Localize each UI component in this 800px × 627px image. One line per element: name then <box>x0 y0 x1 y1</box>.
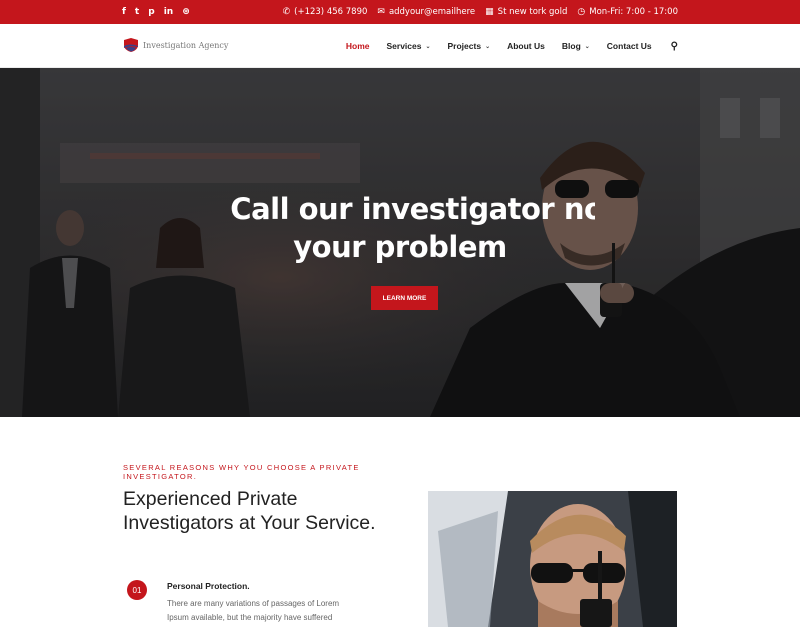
feature-number-badge: 01 <box>127 580 147 600</box>
chevron-down-icon: ⌄ <box>425 43 431 50</box>
top-bar: f t p in ⊛ ✆ (+123) 456 7890 ✉ addyour@e… <box>0 0 800 24</box>
facebook-icon[interactable]: f <box>122 7 126 17</box>
hero-title-line-1: Call our investigator now <box>230 192 630 226</box>
hero-title-line-2: your problem <box>293 230 507 264</box>
nav-item-projects[interactable]: Projects ⌄ <box>448 41 491 51</box>
hours-text: Mon-Fri: 7:00 - 17:00 <box>589 7 678 17</box>
section-kicker: SEVERAL REASONS WHY YOU CHOOSE A PRIVATE… <box>123 463 360 481</box>
email-contact[interactable]: ✉ addyour@emailhere <box>377 7 475 17</box>
twitter-icon[interactable]: t <box>135 7 139 17</box>
linkedin-icon[interactable]: in <box>164 7 174 17</box>
nav-item-label: Services <box>386 41 422 51</box>
phone-text: (+123) 456 7890 <box>294 7 368 17</box>
email-text: addyour@emailhere <box>388 7 476 17</box>
learn-more-button[interactable]: LEARN MORE <box>371 286 438 310</box>
nav-item-label: Home <box>345 41 370 51</box>
logo-text: Investigation Agency <box>143 40 229 50</box>
section-heading: Experienced Private Investigators at You… <box>123 488 376 534</box>
nav-item-blog[interactable]: Blog ⌄ <box>562 41 590 51</box>
nav-item-label: Blog <box>561 41 581 51</box>
chevron-down-icon: ⌄ <box>485 43 491 50</box>
search-icon[interactable]: ⚲ <box>671 41 678 52</box>
site-logo[interactable]: Investigation Agency <box>123 37 228 53</box>
phone-contact[interactable]: ✆ (+123) 456 7890 <box>283 7 368 17</box>
nav-item-about-us[interactable]: About Us <box>507 41 545 51</box>
main-navbar: Investigation Agency Home Services ⌄ Pro… <box>0 24 800 68</box>
social-links: f t p in ⊛ <box>122 0 190 24</box>
investigator-photo <box>428 491 677 627</box>
address-text: St new tork gold <box>497 7 568 17</box>
phone-icon: ✆ <box>282 7 291 17</box>
clock-icon: ◷ <box>577 7 586 17</box>
address-contact: ▦ St new tork gold <box>485 7 567 17</box>
investigator-photo-image <box>428 491 677 627</box>
pinterest-icon[interactable]: p <box>148 7 154 17</box>
shield-logo-icon <box>124 38 138 52</box>
map-icon: ▦ <box>485 7 494 17</box>
about-section: SEVERAL REASONS WHY YOU CHOOSE A PRIVATE… <box>0 417 800 627</box>
nav-item-label: Contact Us <box>606 41 652 51</box>
dribbble-icon[interactable]: ⊛ <box>182 7 190 17</box>
nav-item-contact-us[interactable]: Contact Us <box>607 41 652 51</box>
nav-item-home[interactable]: Home <box>346 41 370 51</box>
nav-menu: Home Services ⌄ Projects ⌄ About Us Blog… <box>346 24 678 68</box>
nav-item-label: About Us <box>507 41 545 51</box>
contact-info: ✆ (+123) 456 7890 ✉ addyour@emailhere ▦ … <box>283 0 678 24</box>
chevron-down-icon: ⌄ <box>584 43 590 50</box>
hours-contact: ◷ Mon-Fri: 7:00 - 17:00 <box>577 7 678 17</box>
envelope-icon: ✉ <box>377 7 385 17</box>
nav-item-label: Projects <box>447 41 482 51</box>
hero-title: Call our investigator now your problem <box>0 190 800 266</box>
feature-description: There are many variations of passages of… <box>167 599 340 622</box>
feature-title: Personal Protection. <box>167 581 250 591</box>
nav-item-services[interactable]: Services ⌄ <box>387 41 431 51</box>
hero-banner: Call our investigator now your problem L… <box>0 68 800 417</box>
